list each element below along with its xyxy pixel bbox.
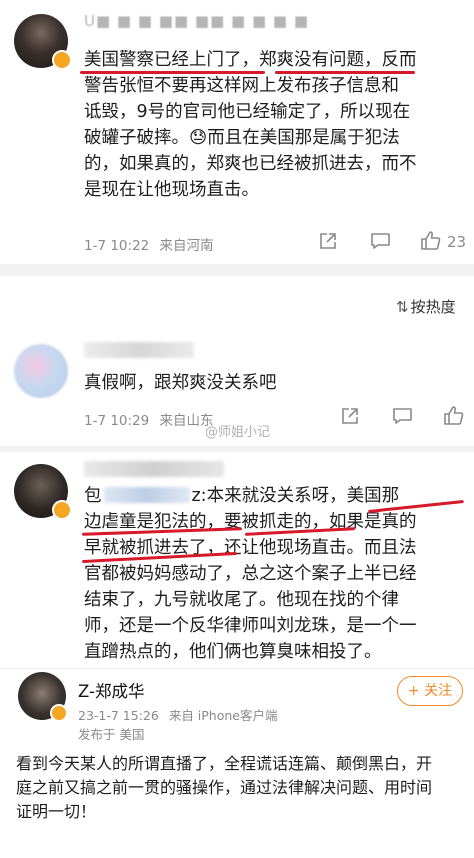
red-underline (80, 71, 265, 74)
comment-line: 是现在让他现场直击。 (84, 180, 259, 200)
redacted-mention (103, 487, 190, 503)
post-line: 庭之前又搞之前一贯的骚操作，通过法律解决问题、用时间 (16, 778, 433, 797)
comment-line: 美国警察已经上门了，郑爽没有问题，反而 (84, 50, 417, 70)
comment-meta: 1-7 10:29 来自山东 (84, 409, 214, 429)
comment-prefix: 包 (84, 486, 102, 506)
section-divider (0, 264, 474, 276)
sort-icon: ⇅ (396, 298, 409, 316)
watermark: @师姐小记 (205, 425, 271, 440)
sort-label: 按热度 (410, 298, 456, 316)
comment-line: 师，还是一个反华律师叫刘龙珠，是一个一 (84, 616, 417, 636)
comment-line: 诋毁，9号的官司他已经输定了，所以现在 (84, 102, 411, 122)
post-text: 看到今天某人的所谓直播了，全程谎话连篇、颠倒黑白，开 庭之前又搞之前一贯的骚操作… (16, 752, 468, 824)
post-line: 证明一切！ (16, 802, 97, 821)
comment-line: 直蹭热点的，他们俩也算臭味相投了。 (84, 642, 382, 662)
like-count: 23 (447, 233, 467, 251)
verified-icon (52, 500, 72, 520)
verified-icon (50, 704, 68, 722)
post-source: 来自 iPhone客户端 (168, 708, 278, 723)
avatar[interactable] (14, 344, 68, 398)
post-time: 23-1-7 15:26 (78, 708, 159, 723)
comment-time: 1-7 10:29 (84, 413, 150, 429)
red-underline (275, 71, 415, 74)
sort-button[interactable]: ⇅ 按热度 (396, 296, 456, 317)
post-line: 看到今天某人的所谓直播了，全程谎话连篇、颠倒黑白，开 (16, 754, 433, 773)
like-icon[interactable] (419, 229, 441, 251)
share-icon[interactable] (340, 406, 360, 426)
comment-meta: 1-7 10:22 来自河南 (84, 234, 214, 254)
comment-line-text: z:本来就没关系呀，美国那 (191, 486, 400, 506)
username[interactable] (84, 342, 194, 358)
follow-button[interactable]: + 关注 (397, 676, 463, 706)
post-location: 发布于 美国 (78, 727, 145, 742)
share-icon[interactable] (318, 231, 338, 251)
section-divider (0, 446, 474, 452)
comment-line: 官都被妈妈感动了，总之这个案子上半已经 (84, 564, 417, 584)
comment-line: 破罐子破摔。😓而且在美国那是属于犯法 (84, 128, 400, 148)
comment-line: 警告张恒不要再这样网上发布孩子信息和 (84, 76, 399, 96)
username[interactable]: U■ ■ ■ ■■ ■■ ■ ■ ■ ■ (84, 12, 309, 30)
username[interactable] (84, 461, 224, 477)
verified-icon (52, 50, 72, 70)
comment-text: 包 z:本来就没关系呀，美国那 边虐童是犯法的，要被抓走的，如果是真的 早就被抓进… (84, 483, 469, 665)
post-meta: 23-1-7 15:26 来自 iPhone客户端 (78, 705, 278, 724)
post-author[interactable]: Z-郑成华 (78, 678, 144, 702)
comment-line: 结束了，九号就收尾了。他现在找的个律 (84, 590, 399, 610)
comment-line: 的，如果真的，郑爽也已经被抓进去，而不 (84, 154, 417, 174)
comment-icon[interactable] (392, 406, 413, 426)
comment-location: 来自河南 (159, 238, 214, 254)
comment-text: 真假啊，跟郑爽没关系吧 (84, 373, 277, 393)
like-icon[interactable] (442, 404, 464, 426)
comment-icon[interactable] (370, 231, 391, 251)
comment-time: 1-7 10:22 (84, 238, 150, 254)
